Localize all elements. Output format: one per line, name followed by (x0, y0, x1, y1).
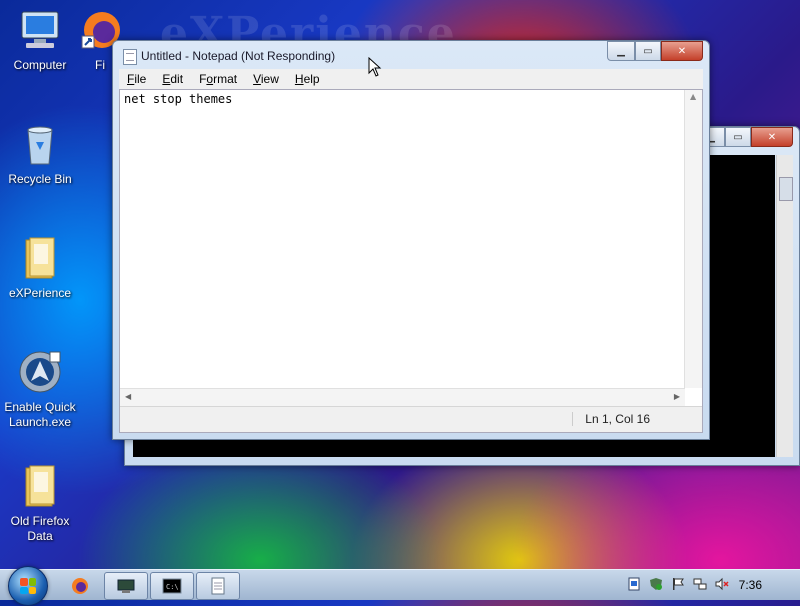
taskbar-network-button[interactable] (104, 572, 148, 600)
start-button[interactable] (8, 566, 48, 606)
menu-bar: File Edit Format View Help (119, 69, 703, 90)
console-maximize-button[interactable]: ▭ (725, 127, 751, 147)
desktop-icon-label: Computer (13, 58, 67, 72)
cmd-task-icon: C:\ (162, 578, 182, 594)
desktop-icon-label: Old Firefox Data (10, 514, 70, 543)
minimize-button[interactable]: ▁ (607, 41, 635, 61)
firefox-icon (72, 578, 88, 594)
vertical-scrollbar[interactable]: ▲ (684, 90, 702, 388)
tray-volume-muted-icon[interactable] (714, 576, 730, 592)
scroll-left-arrow-icon[interactable]: ◀ (125, 392, 131, 401)
taskbar-notepad-button[interactable] (196, 572, 240, 600)
desktop-icon-label: Recycle Bin (8, 172, 72, 186)
scroll-right-arrow-icon[interactable]: ▶ (674, 392, 680, 401)
menu-edit[interactable]: Edit (154, 72, 191, 86)
svg-text:C:\: C:\ (166, 583, 179, 591)
notepad-window[interactable]: Untitled - Notepad (Not Responding) ▁ ▭ … (112, 40, 710, 440)
taskbar-cmd-button[interactable]: C:\ (150, 572, 194, 600)
tray-doc-icon[interactable] (626, 576, 642, 592)
desktop-icon-label: Enable Quick Launch.exe (4, 400, 76, 429)
taskbar: C:\ 7:36 (0, 566, 800, 606)
notepad-window-controls: ▁ ▭ ✕ (607, 41, 703, 61)
network-task-icon (117, 579, 135, 593)
console-window-controls: ▁ ▭ ✕ (697, 127, 793, 147)
text-content[interactable]: net stop themes (124, 92, 682, 388)
desktop-icon-computer[interactable]: Computer (0, 8, 80, 73)
console-close-button[interactable]: ✕ (751, 127, 793, 147)
desktop-icon-label: eXPerience (8, 286, 72, 300)
horizontal-scrollbar[interactable]: ◀ ▶ (120, 388, 685, 406)
console-scrollbar[interactable] (776, 155, 793, 457)
tray-shield-icon[interactable] (648, 576, 664, 592)
maximize-button[interactable]: ▭ (635, 41, 661, 61)
editor-area: net stop themes ▲ ◀ ▶ Ln 1, Col 16 (119, 89, 703, 433)
window-title: Untitled - Notepad (Not Responding) (141, 49, 336, 63)
computer-icon (18, 8, 62, 52)
folder-icon (18, 464, 62, 508)
tray-flag-icon[interactable] (670, 576, 686, 592)
scroll-up-arrow-icon[interactable]: ▲ (690, 92, 696, 101)
tray-network-icon[interactable] (692, 576, 708, 592)
status-bar: Ln 1, Col 16 (120, 406, 702, 432)
menu-view[interactable]: View (245, 72, 287, 86)
notepad-icon (123, 49, 137, 65)
folder-icon (18, 236, 62, 280)
taskbar-clock[interactable]: 7:36 (739, 578, 762, 592)
menu-help[interactable]: Help (287, 72, 328, 86)
desktop-icon-recycle-bin[interactable]: Recycle Bin (0, 122, 80, 187)
windows-flag-icon (20, 578, 36, 594)
desktop-icon-enable-quick-launch[interactable]: Enable Quick Launch.exe (0, 350, 80, 430)
console-scroll-thumb[interactable] (779, 177, 793, 201)
recycle-bin-icon (18, 122, 62, 166)
menu-format[interactable]: Format (191, 72, 245, 86)
menu-file[interactable]: File (119, 72, 154, 86)
cursor-position: Ln 1, Col 16 (572, 412, 650, 426)
close-button[interactable]: ✕ (661, 41, 703, 61)
notepad-task-icon (211, 577, 225, 595)
system-tray (626, 576, 730, 592)
notepad-titlebar[interactable]: Untitled - Notepad (Not Responding) ▁ ▭ … (113, 41, 709, 69)
quick-launch-icon (18, 350, 62, 394)
mouse-cursor-icon (368, 56, 382, 80)
desktop-icon-experience[interactable]: eXPerience (0, 236, 80, 301)
taskbar-firefox-button[interactable] (58, 572, 102, 600)
desktop-icon-old-firefox-data[interactable]: Old Firefox Data (0, 464, 80, 544)
